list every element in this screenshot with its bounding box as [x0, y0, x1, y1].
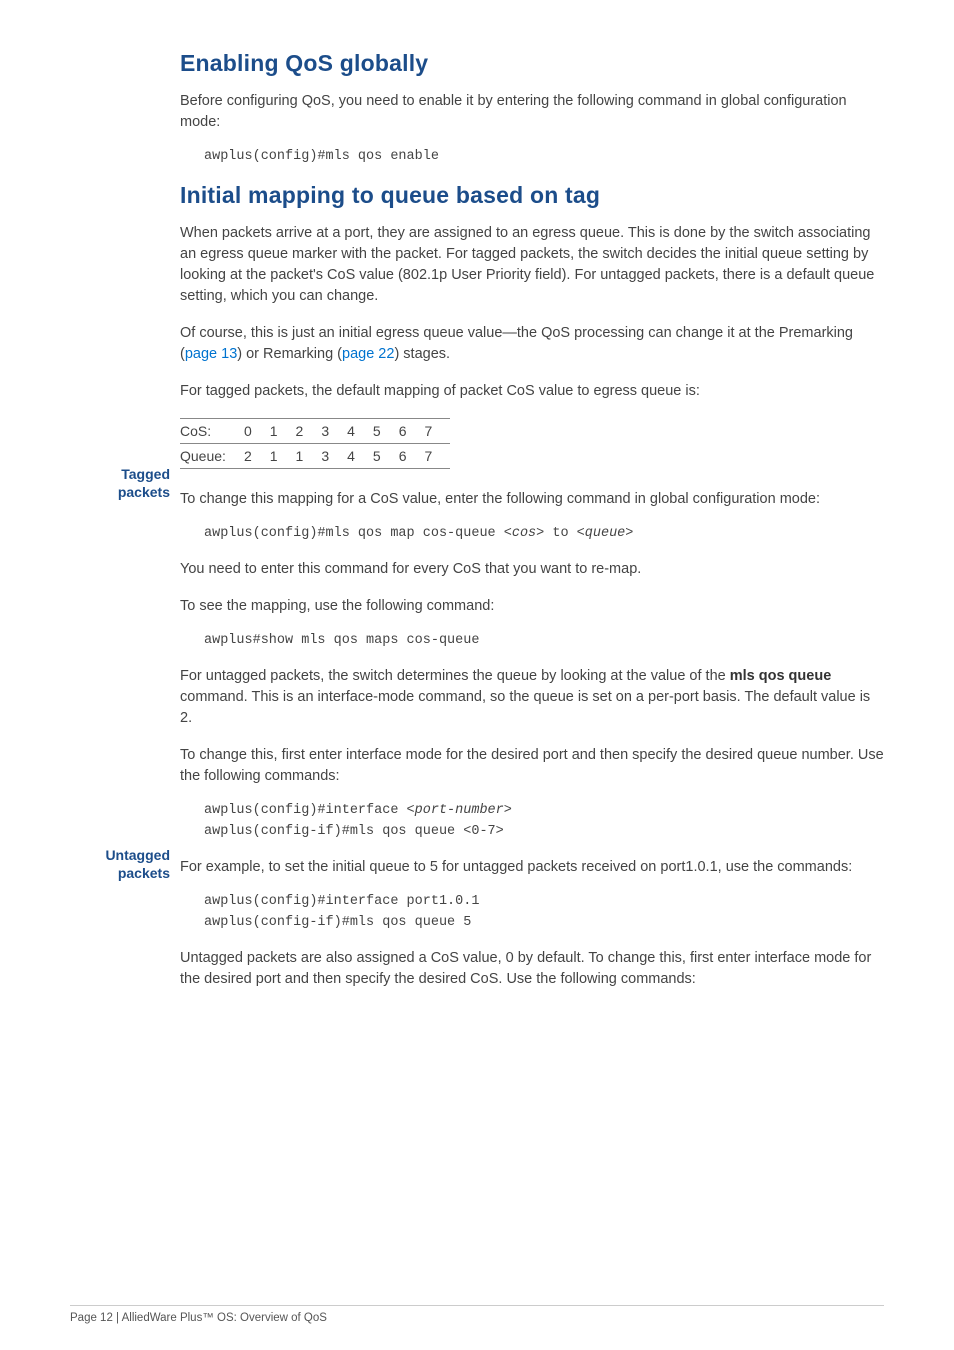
- page: Enabling QoS globally Before configuring…: [0, 0, 954, 1350]
- cell: 7: [425, 419, 451, 444]
- row-label: CoS:: [180, 419, 244, 444]
- text: For untagged packets, the switch determi…: [180, 668, 730, 684]
- cell: 4: [347, 419, 373, 444]
- paragraph: When packets arrive at a port, they are …: [180, 223, 884, 307]
- paragraph: For example, to set the initial queue to…: [180, 857, 884, 878]
- cell: 1: [296, 444, 322, 469]
- code-line: awplus(config)#mls qos map cos-queue <co…: [204, 526, 884, 541]
- cell: 4: [347, 444, 373, 469]
- code-line: awplus#show mls qos maps cos-queue: [204, 633, 884, 648]
- code-line: awplus(config-if)#mls qos queue <0-7>: [204, 824, 884, 839]
- table-row: Queue: 2 1 1 3 4 5 6 7: [180, 444, 450, 469]
- paragraph: To see the mapping, use the following co…: [180, 596, 884, 617]
- cos-queue-table: CoS: 0 1 2 3 4 5 6 7 Queue: 2 1 1 3 4 5 …: [180, 418, 450, 469]
- bold-text: mls qos queue: [730, 668, 832, 684]
- cell: 5: [373, 444, 399, 469]
- heading-initial-mapping: Initial mapping to queue based on tag: [180, 182, 884, 209]
- paragraph: For tagged packets, the default mapping …: [180, 381, 884, 402]
- page-footer: Page 12 | AlliedWare Plus™ OS: Overview …: [70, 1305, 884, 1324]
- margin-label-tagged: Tagged packets: [70, 466, 170, 501]
- margin-label-untagged: Untagged packets: [70, 847, 170, 882]
- paragraph: Untagged packets are also assigned a CoS…: [180, 948, 884, 990]
- paragraph: You need to enter this command for every…: [180, 559, 884, 580]
- code-line: awplus(config)#interface <port-number>: [204, 803, 884, 818]
- cell: 1: [270, 419, 296, 444]
- cell: 3: [321, 419, 347, 444]
- cell: 6: [399, 444, 425, 469]
- paragraph: Before configuring QoS, you need to enab…: [180, 91, 884, 133]
- text: ) stages.: [394, 346, 450, 362]
- code-line: awplus(config)#interface port1.0.1: [204, 894, 884, 909]
- paragraph: To change this mapping for a CoS value, …: [180, 489, 884, 510]
- cell: 5: [373, 419, 399, 444]
- cell: 2: [244, 444, 270, 469]
- code-line: awplus(config-if)#mls qos queue 5: [204, 915, 884, 930]
- cell: 3: [321, 444, 347, 469]
- cell: 7: [425, 444, 451, 469]
- table-row: CoS: 0 1 2 3 4 5 6 7: [180, 419, 450, 444]
- heading-enabling-qos: Enabling QoS globally: [180, 50, 884, 77]
- link-page13[interactable]: page 13: [185, 346, 237, 362]
- paragraph: Of course, this is just an initial egres…: [180, 323, 884, 365]
- cell: 2: [296, 419, 322, 444]
- cell: 0: [244, 419, 270, 444]
- paragraph: For untagged packets, the switch determi…: [180, 666, 884, 729]
- paragraph: To change this, first enter interface mo…: [180, 745, 884, 787]
- code-line: awplus(config)#mls qos enable: [204, 149, 884, 164]
- row-label: Queue:: [180, 444, 244, 469]
- cell: 1: [270, 444, 296, 469]
- link-page22[interactable]: page 22: [342, 346, 394, 362]
- cell: 6: [399, 419, 425, 444]
- text: command. This is an interface-mode comma…: [180, 689, 870, 726]
- text: ) or Remarking (: [237, 346, 342, 362]
